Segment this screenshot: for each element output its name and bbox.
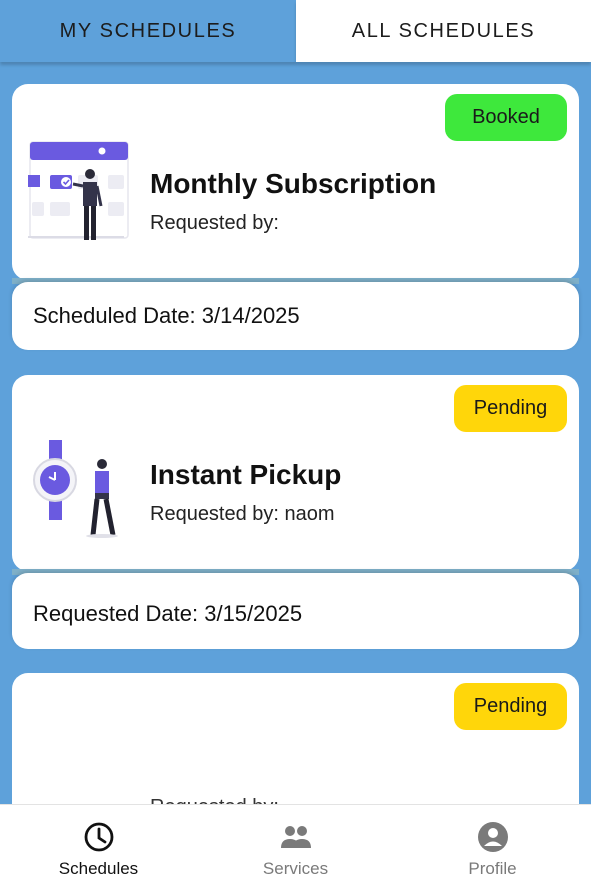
scheduled-date: Scheduled Date: 3/14/2025 (33, 303, 300, 328)
status-badge: Pending (454, 683, 567, 730)
account-circle-icon (477, 822, 508, 852)
schedule-date-card-2[interactable]: Requested Date: 3/15/2025 (12, 573, 579, 649)
schedule-title: Monthly Subscription (150, 168, 437, 199)
schedule-tabs: MY SCHEDULES ALL SCHEDULES (0, 0, 591, 66)
nav-services[interactable]: Services (197, 805, 394, 887)
requested-by: Requested by: naom (150, 503, 335, 525)
nav-label: Services (262, 859, 329, 878)
tab-my-schedules[interactable]: MY SCHEDULES (0, 0, 296, 62)
nav-schedules[interactable]: Schedules (0, 805, 197, 887)
nav-profile[interactable]: Profile (394, 805, 591, 887)
clock-icon (84, 822, 113, 852)
bottom-navigation: Schedules Services Profile (0, 804, 591, 887)
people-icon (280, 826, 311, 848)
schedule-card-1[interactable]: Booked Monthly Subscription Requested by… (12, 84, 579, 280)
status-badge: Booked (445, 94, 567, 141)
nav-label: Schedules (58, 859, 139, 878)
schedule-title: Instant Pickup (150, 459, 342, 490)
schedule-card-2[interactable]: Pending Instant Pickup Requested by: nao… (12, 375, 579, 571)
watch-person-illustration (33, 440, 118, 538)
requested-date: Requested Date: 3/15/2025 (33, 601, 303, 626)
tab-all-schedules[interactable]: ALL SCHEDULES (296, 0, 591, 62)
nav-label: Profile (468, 859, 517, 878)
status-badge: Pending (454, 385, 567, 432)
schedule-date-card-1[interactable]: Scheduled Date: 3/14/2025 (12, 282, 579, 350)
calendar-person-illustration (28, 141, 129, 240)
requested-by: Requested by: (150, 212, 279, 234)
app-root: MY SCHEDULES ALL SCHEDULES Booked Monthl… (0, 0, 591, 887)
